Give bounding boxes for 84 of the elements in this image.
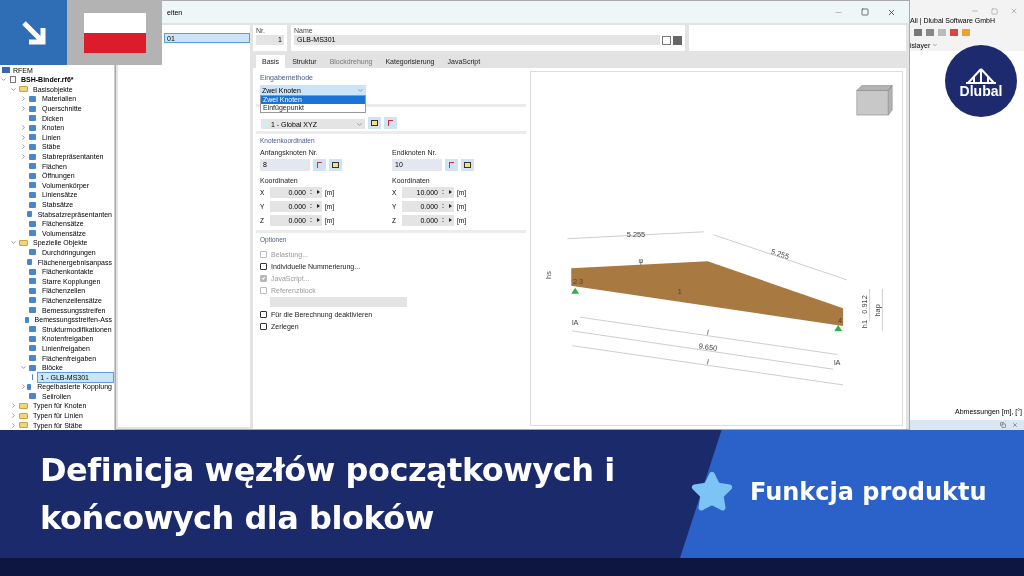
square-icon bbox=[26, 259, 32, 266]
square-icon bbox=[29, 115, 36, 122]
square-icon bbox=[29, 163, 36, 170]
collapse-icon[interactable] bbox=[0, 76, 7, 84]
pick-node-button[interactable] bbox=[384, 117, 397, 129]
new-node-button[interactable] bbox=[329, 159, 342, 171]
flag-icon bbox=[83, 12, 146, 53]
dimension-line bbox=[882, 288, 883, 332]
folder-icon bbox=[19, 239, 28, 246]
pick-node-button[interactable] bbox=[313, 159, 326, 171]
expand-icon[interactable] bbox=[20, 133, 27, 141]
play-icon[interactable] bbox=[446, 200, 454, 212]
support-icon bbox=[834, 325, 843, 331]
square-icon bbox=[29, 345, 36, 352]
checkbox[interactable] bbox=[260, 322, 267, 330]
square-icon bbox=[29, 143, 36, 150]
expand-icon[interactable] bbox=[20, 153, 27, 161]
square-icon bbox=[29, 335, 36, 342]
pick-node-button[interactable] bbox=[445, 159, 458, 171]
square-icon bbox=[29, 230, 36, 237]
expand-icon[interactable] bbox=[10, 412, 17, 420]
play-icon[interactable] bbox=[446, 186, 454, 198]
new-node-button[interactable] bbox=[368, 117, 381, 129]
checkbox[interactable] bbox=[260, 310, 267, 318]
square-icon bbox=[26, 211, 32, 218]
new-node-button[interactable] bbox=[461, 159, 474, 171]
beam-block[interactable] bbox=[571, 261, 844, 327]
file-icon bbox=[10, 76, 16, 84]
square-icon bbox=[29, 182, 36, 189]
maximize-icon[interactable] bbox=[991, 7, 998, 15]
square-icon bbox=[29, 355, 36, 361]
square-icon bbox=[27, 383, 32, 390]
folder-icon bbox=[19, 86, 28, 93]
comment-field[interactable] bbox=[689, 25, 906, 51]
support-icon bbox=[571, 287, 580, 294]
caret-icon[interactable] bbox=[932, 42, 939, 48]
edit-icon[interactable] bbox=[662, 35, 671, 45]
square-icon bbox=[29, 134, 36, 141]
square-icon bbox=[29, 249, 36, 256]
square-icon bbox=[29, 105, 36, 112]
square-icon bbox=[29, 124, 36, 131]
view-cube-icon[interactable] bbox=[856, 85, 893, 116]
app-icon bbox=[2, 67, 10, 73]
play-icon[interactable] bbox=[314, 186, 322, 198]
square-icon bbox=[29, 287, 36, 294]
square-icon bbox=[29, 307, 36, 314]
expand-icon[interactable] bbox=[20, 124, 27, 132]
play-icon[interactable] bbox=[314, 200, 322, 212]
play-icon[interactable] bbox=[314, 214, 322, 226]
collapse-icon[interactable] bbox=[10, 85, 17, 93]
square-icon bbox=[29, 364, 36, 371]
square-icon bbox=[29, 153, 36, 160]
expand-icon[interactable] bbox=[20, 383, 27, 391]
collapse-icon[interactable] bbox=[20, 364, 27, 372]
square-icon bbox=[29, 172, 36, 179]
bridge-icon bbox=[964, 66, 998, 85]
caret-icon[interactable] bbox=[357, 86, 364, 94]
square-icon bbox=[29, 96, 36, 102]
square-icon bbox=[29, 326, 36, 333]
expand-icon[interactable] bbox=[10, 421, 17, 429]
expand-icon[interactable] bbox=[20, 143, 27, 151]
play-icon[interactable] bbox=[446, 214, 454, 226]
square-icon bbox=[29, 278, 36, 285]
restore-icon[interactable] bbox=[1000, 422, 1006, 428]
logo-text: Dlubal bbox=[959, 86, 1003, 96]
square-icon bbox=[29, 191, 36, 198]
close-icon[interactable] bbox=[887, 7, 896, 17]
expand-icon[interactable] bbox=[10, 402, 17, 410]
expand-icon[interactable] bbox=[20, 95, 27, 103]
collapse-icon[interactable] bbox=[10, 239, 17, 247]
caret-icon[interactable] bbox=[356, 120, 363, 128]
checkbox[interactable] bbox=[260, 262, 267, 270]
square-icon bbox=[29, 220, 36, 227]
square-icon bbox=[29, 297, 36, 304]
expand-icon[interactable] bbox=[20, 105, 27, 113]
tag-label: Funkcja produktu bbox=[750, 477, 987, 508]
square-icon bbox=[29, 201, 36, 208]
close-icon[interactable] bbox=[1012, 422, 1018, 428]
square-icon bbox=[29, 393, 36, 400]
banner-title: Definicja węzłów początkowych i końcowych dla bloków bbox=[40, 450, 616, 539]
dimension-line bbox=[869, 288, 870, 322]
maximize-icon[interactable] bbox=[861, 8, 869, 16]
square-icon bbox=[29, 268, 36, 275]
library-icon[interactable] bbox=[673, 35, 682, 45]
